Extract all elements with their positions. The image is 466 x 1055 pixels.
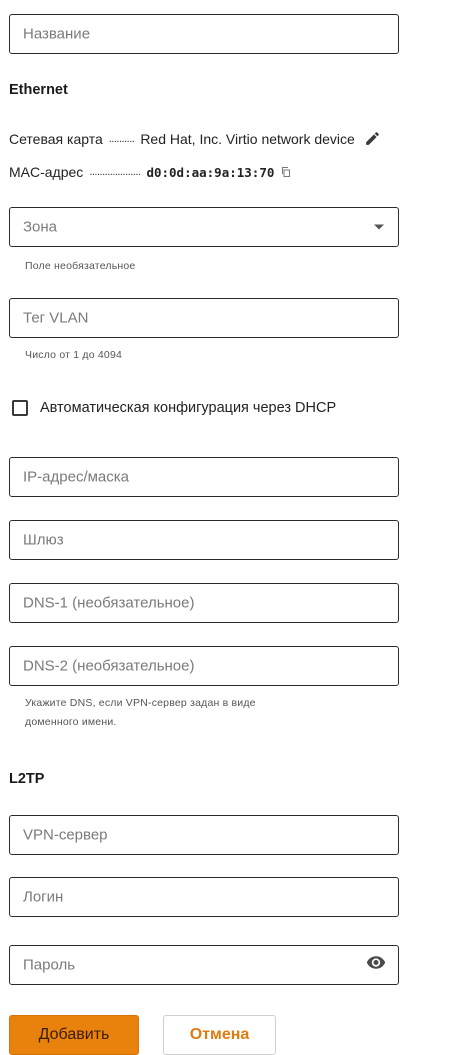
nic-label: Сетевая карта bbox=[9, 130, 103, 147]
login-placeholder: Логин bbox=[23, 888, 64, 906]
login-input[interactable]: Логин bbox=[9, 877, 399, 917]
password-input[interactable]: Пароль bbox=[9, 945, 399, 985]
nic-row: Сетевая карта .......... Red Hat, Inc. V… bbox=[9, 130, 381, 147]
dns1-placeholder: DNS-1 (необязательное) bbox=[23, 594, 195, 612]
zone-select[interactable]: Зона bbox=[9, 207, 399, 247]
dhcp-label: Автоматическая конфигурация через DHCP bbox=[40, 400, 337, 416]
zone-hint: Поле необязательное bbox=[25, 260, 136, 272]
vpn-server-placeholder: VPN-сервер bbox=[23, 826, 108, 844]
add-button[interactable]: Добавить bbox=[9, 1015, 139, 1055]
cancel-button[interactable]: Отмена bbox=[163, 1015, 276, 1055]
zone-placeholder: Зона bbox=[23, 218, 58, 236]
l2tp-title: L2TP bbox=[9, 771, 45, 787]
dns2-placeholder: DNS-2 (необязательное) bbox=[23, 657, 195, 675]
name-placeholder: Название bbox=[23, 25, 91, 43]
dhcp-checkbox[interactable] bbox=[12, 400, 28, 416]
gateway-input[interactable]: Шлюз bbox=[9, 520, 399, 560]
dns1-input[interactable]: DNS-1 (необязательное) bbox=[9, 583, 399, 623]
ethernet-title: Ethernet bbox=[9, 82, 68, 98]
vlan-placeholder: Тег VLAN bbox=[23, 309, 89, 327]
gateway-placeholder: Шлюз bbox=[23, 531, 64, 549]
copy-icon[interactable] bbox=[280, 166, 292, 178]
dns-hint-line2: доменного имени. bbox=[25, 716, 117, 728]
ip-input[interactable]: IP-адрес/маска bbox=[9, 457, 399, 497]
vpn-server-input[interactable]: VPN-сервер bbox=[9, 815, 399, 855]
pencil-icon[interactable] bbox=[364, 130, 381, 147]
vlan-input[interactable]: Тег VLAN bbox=[9, 298, 399, 338]
dns-hint-line1: Укажите DNS, если VPN-сервер задан в вид… bbox=[25, 697, 256, 709]
nic-value: Red Hat, Inc. Virtio network device bbox=[140, 130, 355, 147]
chevron-down-icon[interactable] bbox=[374, 224, 384, 230]
dhcp-checkbox-row[interactable]: Автоматическая конфигурация через DHCP bbox=[12, 400, 336, 416]
eye-icon[interactable] bbox=[366, 953, 386, 978]
mac-label: MAC-адрес bbox=[9, 164, 84, 180]
mac-value: d0:0d:aa:9a:13:70 bbox=[146, 164, 275, 180]
mac-row: MAC-адрес .................... d0:0d:aa:… bbox=[9, 164, 292, 180]
vlan-hint: Число от 1 до 4094 bbox=[25, 349, 123, 361]
nic-dots: .......... bbox=[108, 132, 135, 145]
ip-placeholder: IP-адрес/маска bbox=[23, 468, 130, 486]
dns2-input[interactable]: DNS-2 (необязательное) bbox=[9, 646, 399, 686]
name-input[interactable]: Название bbox=[9, 14, 399, 54]
mac-dots: .................... bbox=[89, 166, 141, 178]
password-placeholder: Пароль bbox=[23, 956, 76, 974]
